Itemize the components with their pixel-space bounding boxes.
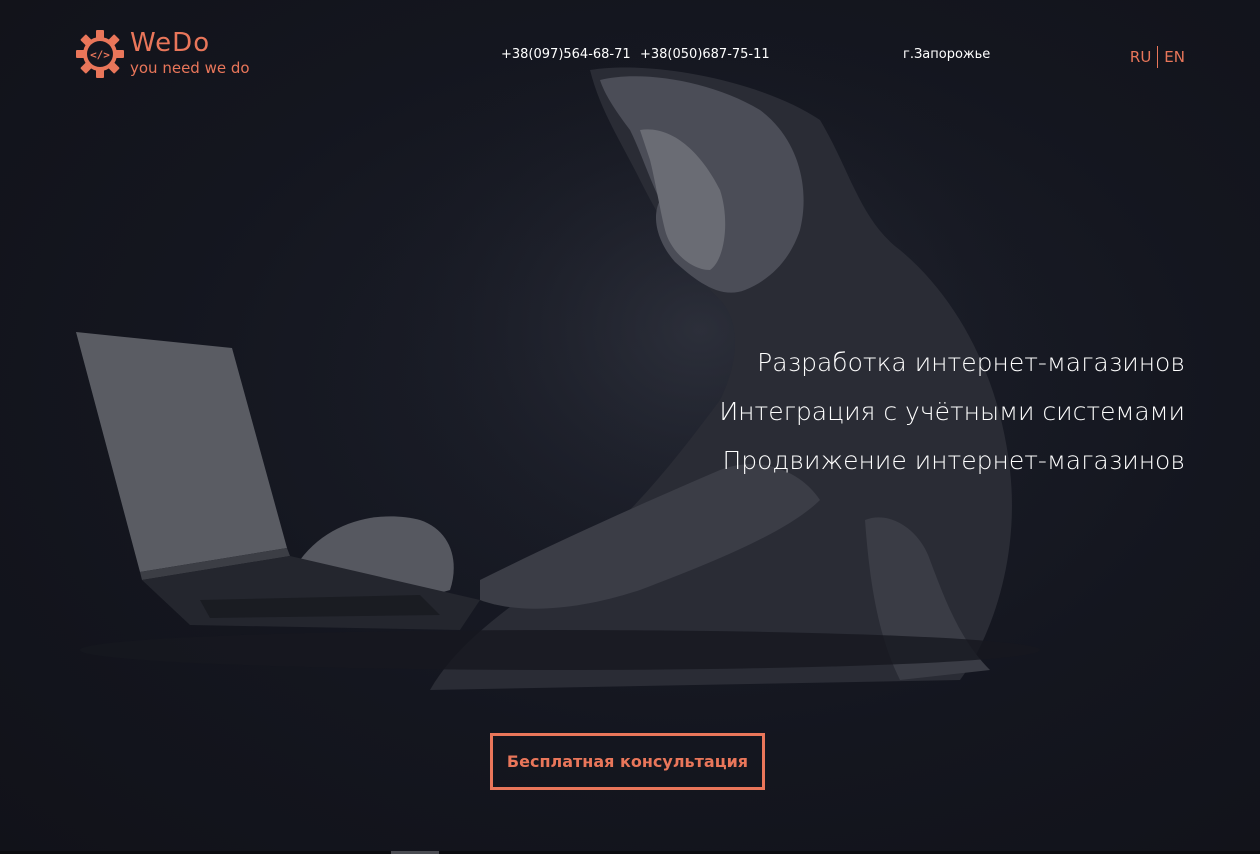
lang-divider (1157, 46, 1159, 68)
city-label: г.Запорожье (903, 47, 991, 62)
headline-line: Продвижение интернет-магазинов (722, 446, 1185, 475)
free-consultation-button[interactable]: Бесплатная консультация (490, 733, 765, 790)
hero-section: </> WeDo you need we do +38(097)564-68-7… (0, 0, 1260, 854)
site-logo[interactable]: </> WeDo you need we do (75, 29, 250, 79)
svg-text:</>: </> (90, 49, 110, 62)
lang-ru-link[interactable]: RU (1130, 48, 1151, 66)
phone-link-1[interactable]: +38(097)564-68-71 (501, 47, 631, 62)
phone-link-2[interactable]: +38(050)687-75-11 (640, 47, 770, 62)
headline-line: Интеграция с учётными системами (719, 397, 1185, 426)
gear-code-icon: </> (76, 30, 124, 78)
logo-name: WeDo (130, 28, 211, 58)
lang-en-link[interactable]: EN (1164, 48, 1185, 66)
logo-tagline: you need we do (130, 59, 250, 77)
hero-headlines: Разработка интернет-магазинов Интеграция… (719, 338, 1185, 485)
language-switcher: RU EN (1130, 46, 1185, 68)
headline-line: Разработка интернет-магазинов (757, 348, 1185, 377)
